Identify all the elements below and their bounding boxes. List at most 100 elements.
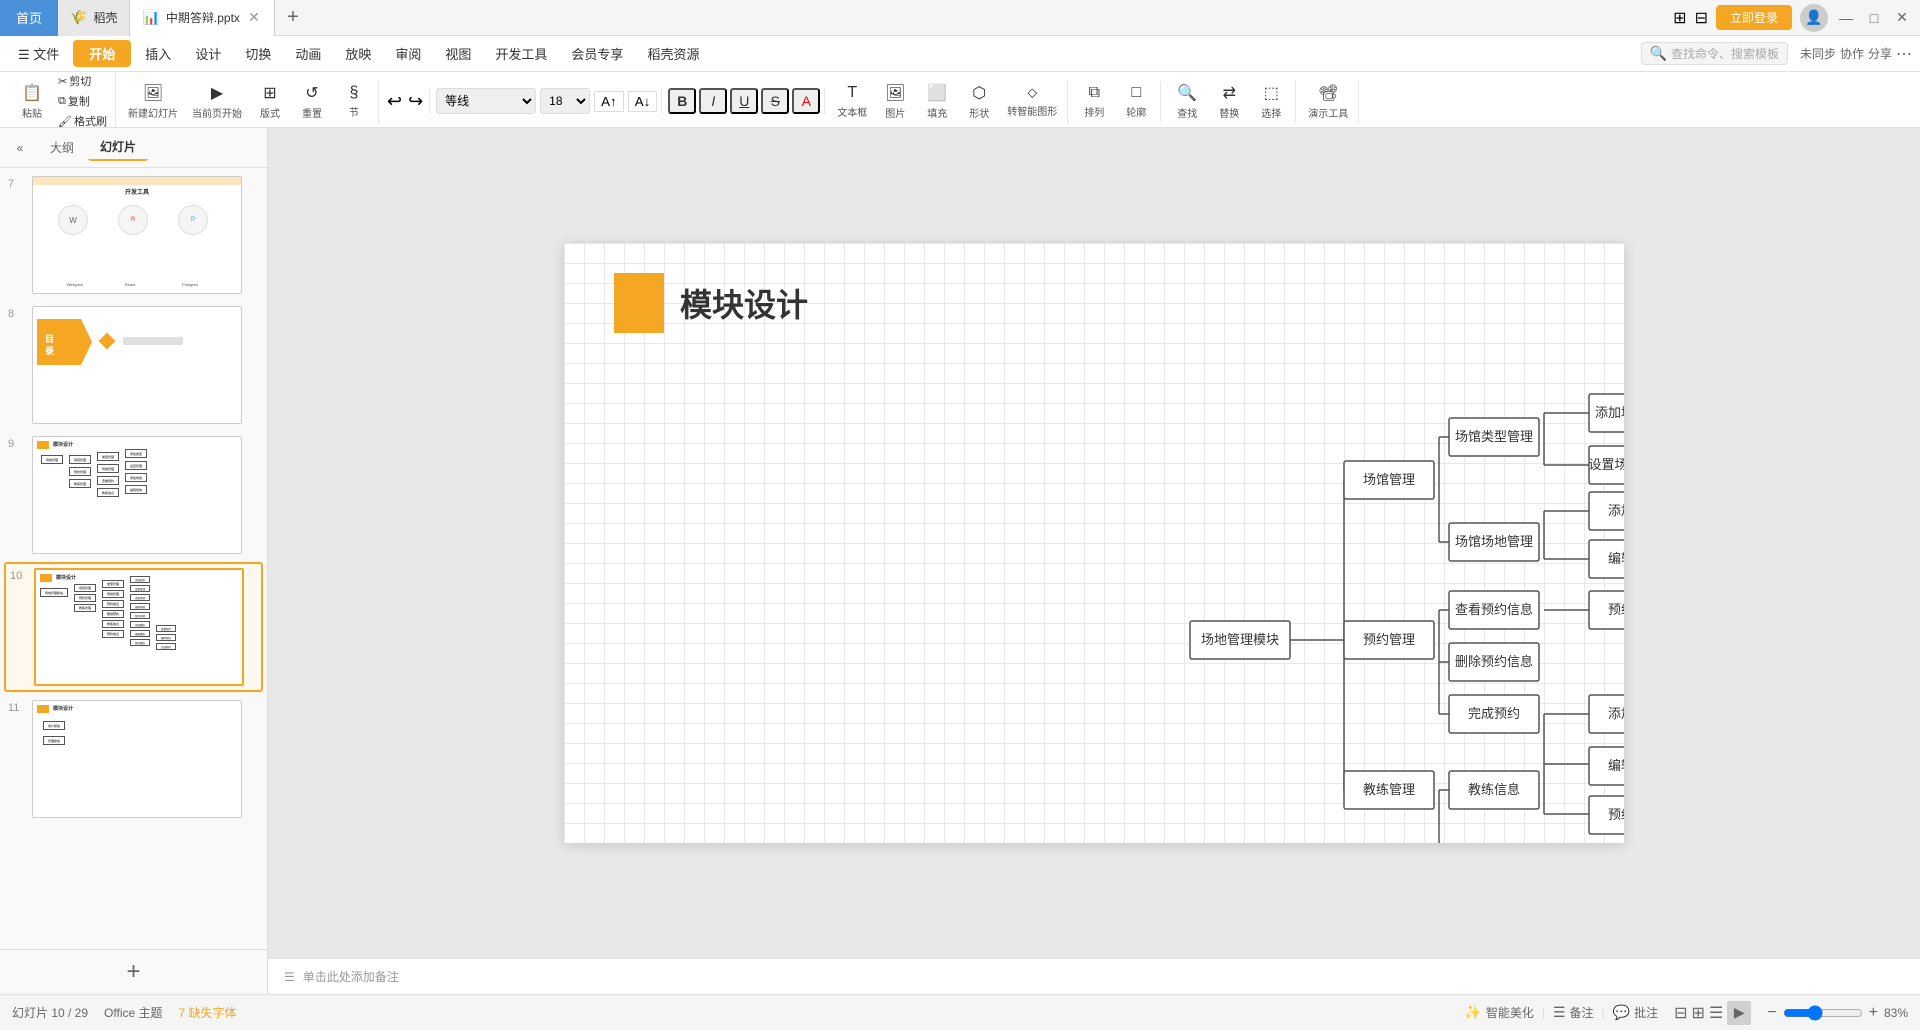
menu-review[interactable]: 审阅: [385, 40, 431, 67]
share-label[interactable]: 分享: [1868, 45, 1892, 62]
zoom-in-button[interactable]: +: [1869, 1004, 1878, 1022]
smart-shape-button[interactable]: ⬦ 转智能图形: [1001, 81, 1063, 121]
user-avatar[interactable]: 👤: [1800, 4, 1828, 32]
view-list-icon[interactable]: ☰: [1709, 1003, 1723, 1023]
layout-icon: ⊞: [263, 83, 276, 103]
font-size-select[interactable]: 18: [540, 88, 590, 114]
arrange-icon: ⧉: [1089, 84, 1100, 102]
slide-number-11: 11: [8, 702, 26, 714]
underline-button[interactable]: U: [730, 88, 758, 114]
replace-button[interactable]: ⇄ 替换: [1209, 80, 1249, 123]
reset-icon: ↺: [305, 83, 318, 103]
collab-label[interactable]: 协作: [1840, 45, 1864, 62]
font-family-select[interactable]: 等线: [436, 88, 536, 114]
ppt-tab[interactable]: 📊 中期答辩.pptx ✕: [130, 0, 274, 36]
notes-label[interactable]: 备注: [1570, 1004, 1594, 1021]
format-brush-button[interactable]: 🖌 格式刷: [54, 112, 111, 128]
menu-slideshow[interactable]: 放映: [335, 40, 381, 67]
slide-item-8[interactable]: 8 目 录: [4, 302, 263, 428]
italic-button[interactable]: I: [699, 88, 727, 114]
menu-vip[interactable]: 会员专享: [561, 40, 633, 67]
menu-daoke[interactable]: 稻壳资源: [637, 40, 709, 67]
register-button[interactable]: 立即登录: [1716, 5, 1792, 30]
font-color-button[interactable]: A: [792, 88, 820, 114]
slide-item-9[interactable]: 9 模块设计 场地管理 场馆管理 预约管理 教练管理 类型管理 场地管理 查看预…: [4, 432, 263, 558]
image-button[interactable]: 🖼 图片: [875, 80, 915, 123]
text-box-button[interactable]: T 文本框: [831, 81, 873, 122]
slide-item-10[interactable]: 10 模块设计 场地管理模块 场馆管理 预约管理 教练管理 类型管理 场地管理 …: [4, 562, 263, 692]
menu-animation[interactable]: 动画: [285, 40, 331, 67]
comment-label[interactable]: 批注: [1634, 1004, 1658, 1021]
slide-number-9: 9: [8, 438, 26, 450]
present-tool-button[interactable]: 📽 演示工具: [1302, 80, 1354, 123]
menu-transition[interactable]: 切换: [235, 40, 281, 67]
font-missing-label[interactable]: 7 缺失字体: [179, 1004, 237, 1021]
font-increase-button[interactable]: A↑: [594, 91, 624, 112]
zoom-control: − + 83%: [1767, 1004, 1908, 1022]
slide-item-7[interactable]: 7 开发工具 W R P Webpack React Postgres: [4, 172, 263, 298]
titlebar: 首页 🌾 稻壳 📊 中期答辩.pptx ✕ + ⊞ ⊟ 立即登录 👤 — □ ✕: [0, 0, 1920, 36]
view-normal-icon[interactable]: ⊟: [1674, 1003, 1687, 1023]
cut-button[interactable]: ✂ 剪切: [54, 72, 111, 90]
copy-icon: ⧉: [58, 95, 66, 108]
select-button[interactable]: ⬚ 选择: [1251, 80, 1291, 123]
arrange-button[interactable]: ⧉ 排列: [1074, 81, 1114, 122]
font-decrease-button[interactable]: A↓: [628, 91, 658, 112]
menu-view[interactable]: 视图: [435, 40, 481, 67]
slide-title: 模块设计: [680, 280, 808, 326]
smart-beautify-label[interactable]: 智能美化: [1486, 1004, 1534, 1021]
ppt-icon: 📊: [142, 9, 159, 26]
slide-item-11[interactable]: 11 模块设计 用户模块 管理模块: [4, 696, 263, 822]
collapse-button[interactable]: «: [8, 136, 32, 160]
tab-outline[interactable]: 大纲: [38, 135, 86, 160]
copy-button[interactable]: ⧉ 复制: [54, 92, 111, 110]
menu-start-button[interactable]: 开始: [73, 40, 131, 67]
outline-button[interactable]: □ 轮廓: [1116, 81, 1156, 122]
section-button[interactable]: § 节: [334, 81, 374, 122]
add-tab-button[interactable]: +: [275, 0, 311, 36]
bold-button[interactable]: B: [668, 88, 696, 114]
reset-button[interactable]: ↺ 重置: [292, 80, 332, 123]
slide-canvas[interactable]: 模块设计: [268, 128, 1920, 958]
strikethrough-button[interactable]: S: [761, 88, 789, 114]
close-tab-icon[interactable]: ✕: [246, 10, 262, 26]
current-page-button[interactable]: ▶ 当前页开始: [186, 80, 248, 123]
new-slide-button[interactable]: 🖼 新建幻灯片: [122, 80, 184, 123]
tab-slides[interactable]: 幻灯片: [88, 134, 148, 161]
paste-icon: 📋: [22, 83, 42, 103]
redo-button[interactable]: ↪: [406, 89, 425, 114]
section-icon: §: [350, 84, 359, 102]
daoke-tab[interactable]: 🌾 稻壳: [58, 0, 130, 36]
grid-icon-2[interactable]: ⊟: [1695, 8, 1708, 28]
select-icon: ⬚: [1264, 83, 1279, 103]
bottombar: 幻灯片 10 / 29 Office 主题 7 缺失字体 ✨ 智能美化 | ☰ …: [0, 994, 1920, 1030]
fill-button[interactable]: ⬜ 填充: [917, 80, 957, 123]
grid-icon-1[interactable]: ⊞: [1673, 8, 1686, 28]
cut-icon: ✂: [58, 75, 67, 88]
more-menu-icon[interactable]: ⋯: [1896, 44, 1912, 64]
slide-number-7: 7: [8, 178, 26, 190]
menu-devtools[interactable]: 开发工具: [485, 40, 557, 67]
format-brush-icon: 🖌: [58, 115, 72, 128]
slide-number-8: 8: [8, 308, 26, 320]
find-button[interactable]: 🔍 查找: [1167, 80, 1207, 123]
menu-file[interactable]: ☰ 文件: [8, 40, 69, 67]
shape-button[interactable]: ⬡ 形状: [959, 80, 999, 123]
add-slide-button[interactable]: +: [126, 958, 140, 986]
zoom-out-button[interactable]: −: [1767, 1004, 1776, 1022]
view-grid-icon[interactable]: ⊞: [1692, 1003, 1705, 1023]
undo-button[interactable]: ↩: [385, 89, 404, 114]
close-button[interactable]: ✕: [1892, 8, 1912, 28]
sidebar-header: « 大纲 幻灯片: [0, 128, 267, 168]
home-tab[interactable]: 首页: [0, 0, 58, 36]
maximize-button[interactable]: □: [1864, 8, 1884, 28]
present-button[interactable]: ▶: [1727, 1001, 1751, 1025]
layout-button[interactable]: ⊞ 版式: [250, 80, 290, 123]
menu-insert[interactable]: 插入: [135, 40, 181, 67]
minimize-button[interactable]: —: [1836, 8, 1856, 28]
menu-design[interactable]: 设计: [185, 40, 231, 67]
zoom-slider[interactable]: [1783, 1005, 1863, 1021]
slide-frame: 模块设计: [564, 243, 1624, 843]
paste-button[interactable]: 📋 粘贴: [12, 80, 52, 123]
add-notes-label[interactable]: 单击此处添加备注: [303, 968, 399, 985]
